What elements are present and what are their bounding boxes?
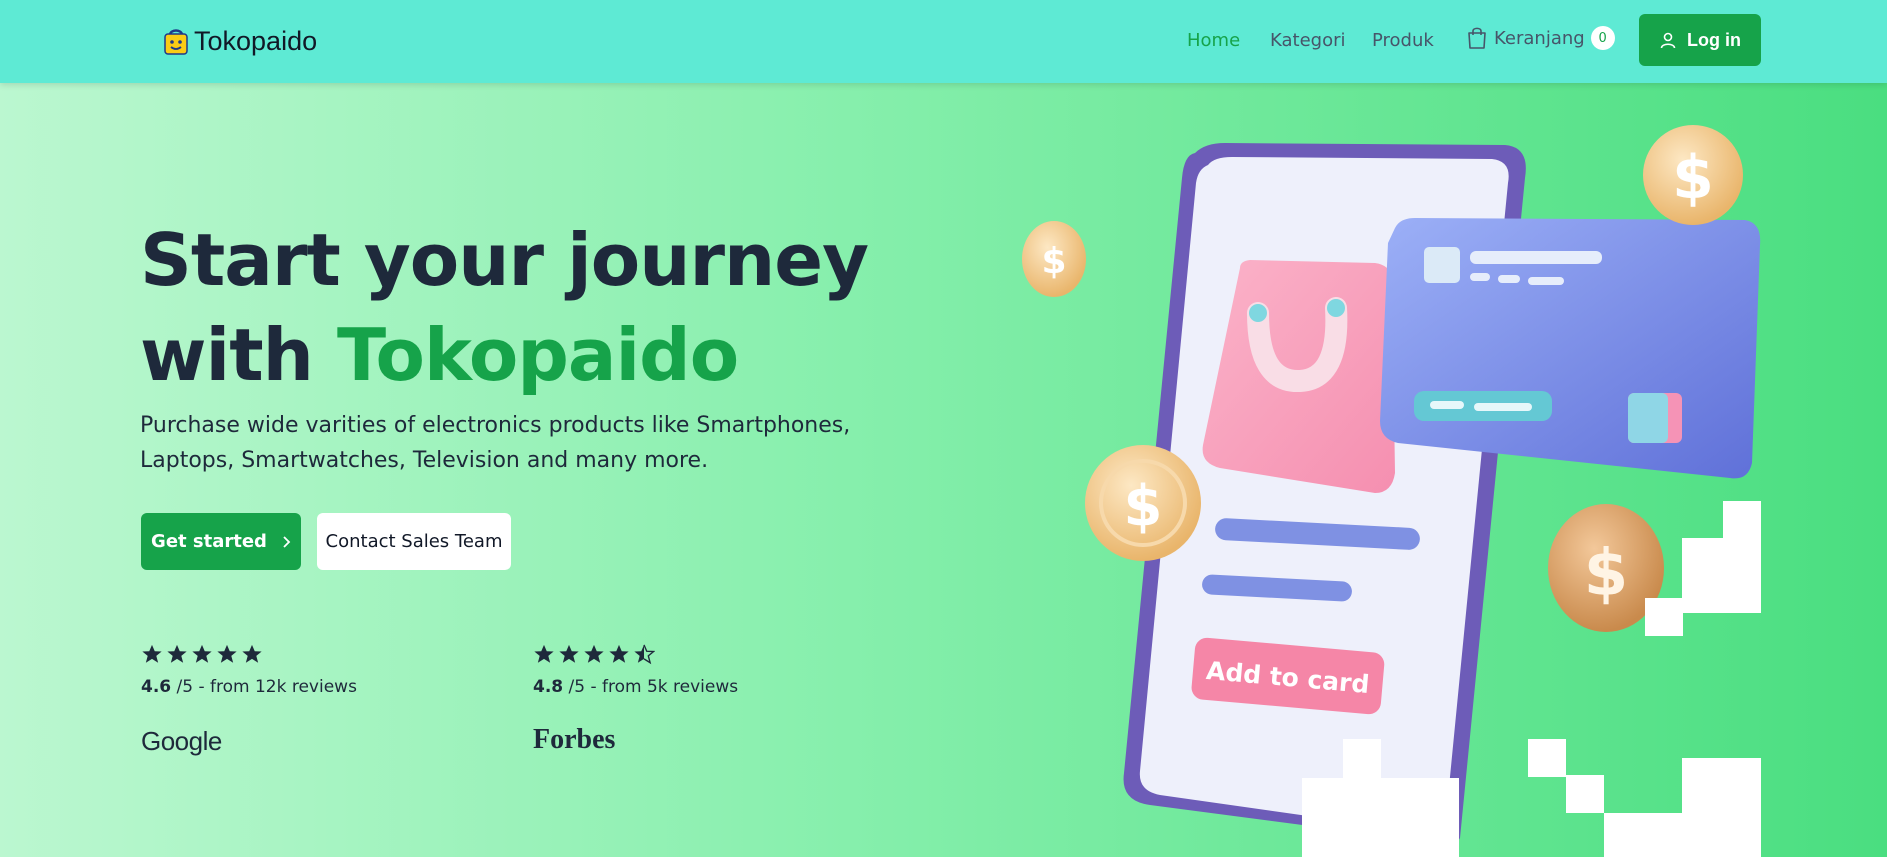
- rating-suffix: /5 - from 5k reviews: [568, 677, 739, 697]
- cart-link[interactable]: Keranjang 0: [1466, 26, 1615, 50]
- nav-link-kategori[interactable]: Kategori: [1270, 30, 1346, 51]
- rating-text: 4.8 /5 - from 5k reviews: [533, 677, 738, 697]
- google-logo: Google: [141, 726, 222, 756]
- coin-top-right: $: [1643, 125, 1743, 225]
- nav-link-home[interactable]: Home: [1187, 30, 1240, 51]
- rating-google: 4.6 /5 - from 12k reviews: [141, 643, 357, 697]
- shopping-bag-icon: [1468, 27, 1486, 49]
- rating-forbes: 4.8 /5 - from 5k reviews: [533, 643, 738, 697]
- hero-subtitle: Purchase wide varities of electronics pr…: [140, 413, 851, 473]
- star-icon: [217, 644, 237, 663]
- star-icon: [559, 644, 579, 663]
- star-half-icon: [634, 644, 655, 665]
- star-icon: [142, 644, 162, 663]
- star-icon: [167, 644, 187, 663]
- hero-title-prefix: with: [140, 313, 337, 397]
- hero-title-accent: Tokopaido: [336, 313, 739, 397]
- star-icon: [192, 644, 212, 663]
- rating-score: 4.8: [533, 677, 564, 697]
- star-rating: [533, 643, 738, 665]
- get-started-button[interactable]: Get started: [141, 513, 301, 570]
- svg-text:$: $: [1584, 537, 1629, 611]
- star-icon: [584, 644, 604, 663]
- cart-count-badge: 0: [1590, 26, 1615, 50]
- star-rating: [141, 643, 357, 665]
- hero-title: Start your journey with Tokopaido: [140, 213, 869, 403]
- cart-label: Keranjang: [1494, 27, 1585, 49]
- user-icon: [1660, 32, 1676, 49]
- coin-large-left: $: [1085, 445, 1201, 561]
- contact-sales-button[interactable]: Contact Sales Team: [317, 513, 511, 570]
- navbar: Tokopaido Home Kategori Produk Keranjang…: [0, 0, 1887, 83]
- brand-name: Tokopaido: [194, 25, 318, 56]
- chevron-right-icon: [283, 535, 291, 548]
- shopping-bag-logo-icon: [164, 29, 188, 55]
- star-icon: [534, 644, 554, 663]
- login-label: Log in: [1687, 29, 1741, 50]
- hero-title-line1: Start your journey: [140, 218, 869, 302]
- svg-text:$: $: [1672, 143, 1714, 213]
- rating-suffix: /5 - from 12k reviews: [176, 677, 357, 697]
- svg-text:$: $: [1041, 241, 1066, 282]
- star-icon: [242, 644, 262, 663]
- credit-card-illustration: [1380, 218, 1761, 479]
- hero-section: Start your journey with Tokopaido Purcha…: [0, 83, 1887, 857]
- svg-text:$: $: [1124, 474, 1163, 539]
- rating-score: 4.6: [141, 677, 172, 697]
- rating-text: 4.6 /5 - from 12k reviews: [141, 677, 357, 697]
- login-button[interactable]: Log in: [1639, 14, 1761, 66]
- forbes-logo: Forbes: [533, 724, 616, 755]
- hero-illustration: $ Add to card $ $ $: [1022, 125, 1761, 857]
- brand-logo[interactable]: Tokopaido: [162, 24, 317, 58]
- get-started-label: Get started: [151, 531, 267, 552]
- coin-small: $: [1022, 221, 1086, 297]
- nav-link-produk[interactable]: Produk: [1372, 30, 1434, 51]
- star-icon: [609, 644, 629, 663]
